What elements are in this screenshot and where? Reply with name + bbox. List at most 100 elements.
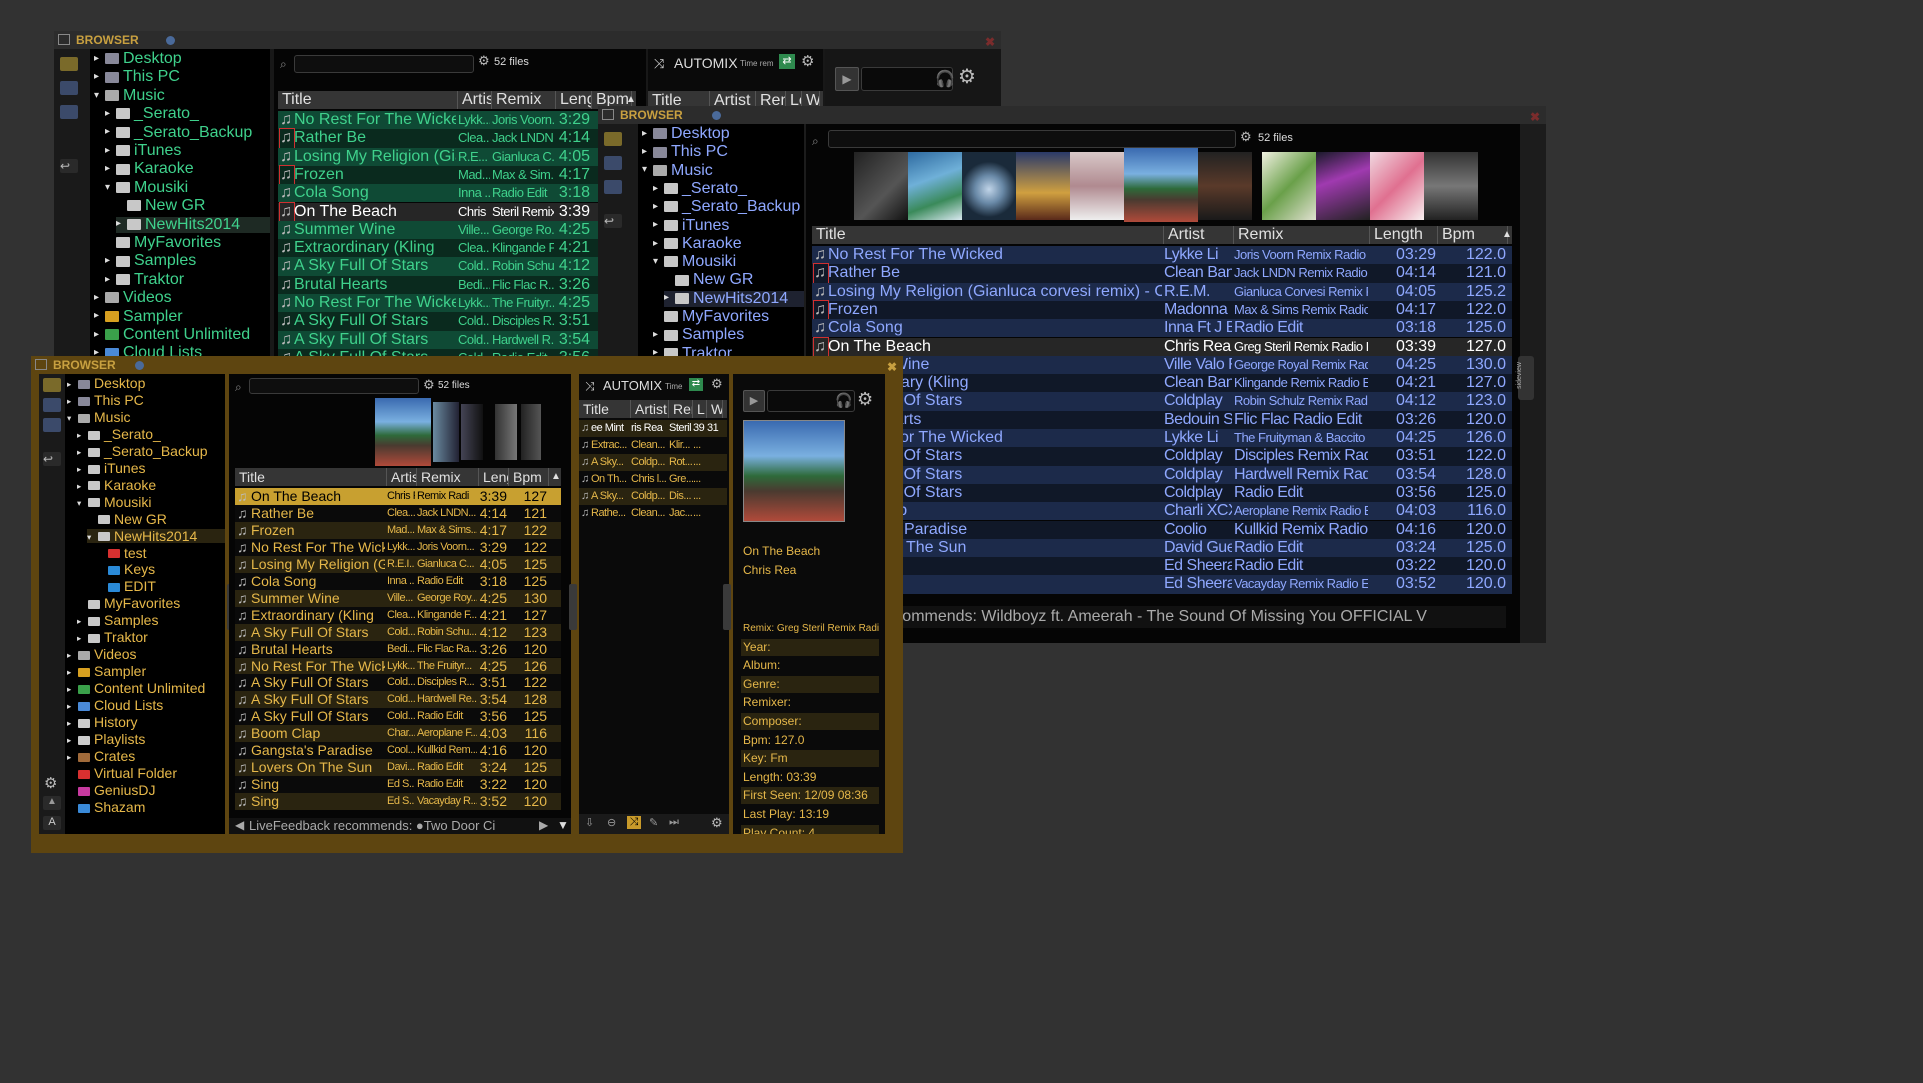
cell-title[interactable]: Rather Be <box>828 264 1162 282</box>
info-remixer[interactable]: Remixer: <box>741 694 879 711</box>
cell-title[interactable]: No Rest For The Wicked <box>294 294 456 312</box>
cell-remix[interactable]: Joris Voorn Remix Radio I... <box>1234 246 1368 264</box>
cell-title[interactable]: ee Mint <box>591 420 631 437</box>
cell-remix[interactable]: Disciples R... <box>492 312 554 330</box>
expand-arrow-icon[interactable]: ▸ <box>642 128 653 139</box>
tree-folder[interactable]: ▸ Content Unlimited <box>67 681 205 695</box>
search-input[interactable] <box>828 130 1236 148</box>
livefeedback-prev-icon[interactable]: ◀ <box>235 818 244 832</box>
tree-item-label[interactable]: Videos <box>94 646 137 662</box>
back-tool-icon[interactable]: ↩ <box>60 159 78 173</box>
music-icon[interactable] <box>78 413 90 423</box>
tree-item-label[interactable]: Samples <box>104 612 158 628</box>
tree-item-label[interactable]: Karaoke <box>134 160 194 177</box>
cell-remix[interactable]: Robin Schu... <box>492 257 554 275</box>
folder-icon[interactable] <box>675 292 689 304</box>
tree-folder[interactable]: ▸ Karaoke <box>77 478 156 492</box>
cell-remix[interactable]: Klingande F... <box>492 239 554 257</box>
tree-folder[interactable]: ▸ History <box>67 715 138 729</box>
cell-title[interactable]: A Sky... <box>591 454 631 471</box>
cell-remix[interactable]: Radio Edit <box>417 573 477 590</box>
cell-artist[interactable]: Cold... <box>458 312 490 330</box>
note-icon[interactable]: ♫ <box>280 221 294 239</box>
cell-title[interactable]: No Rest For The Wicked <box>294 111 456 129</box>
cell-title[interactable]: On The Beach <box>251 488 385 505</box>
automix-skip-icon[interactable]: ⏭ <box>669 816 679 829</box>
tree-item-folder[interactable]: MyFavorites <box>653 309 769 325</box>
cell-length[interactable]: 3:51 <box>556 312 590 330</box>
cell-remix[interactable]: Hardwell Remix Radio Edit <box>1234 466 1368 484</box>
cell-artist[interactable]: Lykke Li <box>1164 429 1232 447</box>
cell-title[interactable]: Cola Song <box>294 184 456 202</box>
folder-tool-icon[interactable] <box>60 57 78 71</box>
note-icon[interactable]: ♫ <box>237 624 251 641</box>
cell-title[interactable]: A Sky Full Of Stars <box>294 257 456 275</box>
cell-title[interactable]: Brutal Hearts <box>251 641 385 658</box>
cell-remix[interactable]: Radio Edit <box>1234 539 1368 557</box>
note-icon[interactable]: ♫ <box>237 742 251 759</box>
tree-item-label[interactable]: _Serato_Backup <box>104 443 208 459</box>
tree-folder[interactable]: ▸ Videos <box>67 647 137 661</box>
cell-bpm[interactable]: 128.0 <box>1438 466 1506 484</box>
pc-icon[interactable] <box>105 71 119 83</box>
tree-item-label[interactable]: iTunes <box>682 217 729 234</box>
cell-bpm[interactable]: 127.0 <box>1438 338 1506 356</box>
cell-bpm[interactable]: 125.0 <box>1438 319 1506 337</box>
table-row[interactable]: ♫ No Rest For The Wicked Lykke Li Joris Voo… <box>812 246 1512 265</box>
note-icon[interactable]: ♫ <box>237 725 251 742</box>
cell-artist[interactable]: Char... <box>387 725 415 742</box>
table-row[interactable]: ♫A Sky Full Of StarsCold...Robin Schu...… <box>278 257 636 276</box>
cell-artist[interactable]: Cold... <box>387 674 415 691</box>
folder-icon[interactable] <box>664 329 678 341</box>
cell-remix[interactable]: Klingande Remix Radio E... <box>1234 374 1368 392</box>
cell-title[interactable]: Rathe... <box>591 505 631 522</box>
table-row[interactable]: ♫ A Sky Full Of Stars Cold... Hardwell Re..… <box>235 691 561 709</box>
doc-icon[interactable] <box>78 718 90 728</box>
genius-icon[interactable] <box>78 786 90 796</box>
expand-arrow-icon[interactable]: ▸ <box>67 397 78 406</box>
table-row[interactable]: ♫SingEd SheeranVacayday Remix Radio Ec..… <box>812 575 1512 594</box>
cell-title[interactable]: Losing My Religion (Gianluca cc... <box>294 148 456 166</box>
cell-artist[interactable]: Lykk... <box>387 658 415 675</box>
note-icon[interactable]: ♫ <box>814 246 828 264</box>
note-highlight-icon[interactable]: ♫ <box>279 201 295 222</box>
column-header[interactable]: Title <box>579 400 631 418</box>
cell-title[interactable]: On The Beach <box>294 203 456 221</box>
album-cover[interactable] <box>375 398 431 466</box>
cell-remix[interactable]: Joris Voorn... <box>417 539 477 556</box>
cell-length[interactable]: 4:21 <box>479 607 507 624</box>
note-icon[interactable]: ♫ <box>280 184 294 202</box>
info-key[interactable]: Key: Fm <box>741 750 879 768</box>
expand-arrow-icon[interactable]: ▸ <box>67 736 78 745</box>
tree-item-folder[interactable]: MyFavorites <box>77 596 180 610</box>
cell-title[interactable]: No Rest For The Wicked <box>251 658 385 675</box>
automix-edit-icon[interactable]: ✎ <box>649 816 658 829</box>
cell-artist[interactable]: Chris Rea <box>1164 338 1232 356</box>
cell-remix[interactable]: Flic Flac Radio Edit <box>1234 411 1368 429</box>
cell-artist[interactable]: Coldp... <box>631 454 669 471</box>
automix-toggle-icon[interactable]: ⇄ <box>779 54 795 69</box>
note-icon[interactable]: ♫ <box>237 556 251 573</box>
info-collapse-handle[interactable] <box>723 584 731 630</box>
folder-icon[interactable] <box>664 311 678 323</box>
folder-icon[interactable] <box>675 274 689 286</box>
folder-icon[interactable] <box>88 447 100 457</box>
cell-length[interactable]: 04:12 <box>1370 392 1436 410</box>
table-row[interactable]: ♫Brutal HeartsBedi...Flic Flac R...3:261 <box>278 275 636 294</box>
livefeedback-bar[interactable]: LiveFeedback recommends: Wildboyz ft. Am… <box>806 606 1506 628</box>
expand-arrow-icon[interactable]: ▾ <box>87 532 98 542</box>
column-header[interactable]: Title <box>235 468 387 486</box>
note-icon[interactable]: ♫ <box>237 522 251 539</box>
table-row[interactable]: ♫SingEd SheeranRadio Edit03:22120.0 <box>812 557 1512 576</box>
cell-length[interactable]: 4:25 <box>556 221 590 239</box>
tree-folder[interactable]: ▾ Mousiki <box>77 495 151 509</box>
folder-icon[interactable] <box>88 464 100 474</box>
cell-length[interactable]: 04:14 <box>1370 264 1436 282</box>
cell-bpm[interactable]: 120.0 <box>1438 411 1506 429</box>
tree-folder[interactable]: ▸ iTunes <box>653 217 729 234</box>
cell-remix[interactable]: George Ro... <box>492 221 554 239</box>
cell-artist[interactable]: Cold... <box>387 624 415 641</box>
cell-bpm[interactable]: 122.0 <box>1438 246 1506 264</box>
cell-length[interactable]: 4:14 <box>479 505 507 522</box>
tree-item-label[interactable]: Cloud Lists <box>94 697 163 713</box>
